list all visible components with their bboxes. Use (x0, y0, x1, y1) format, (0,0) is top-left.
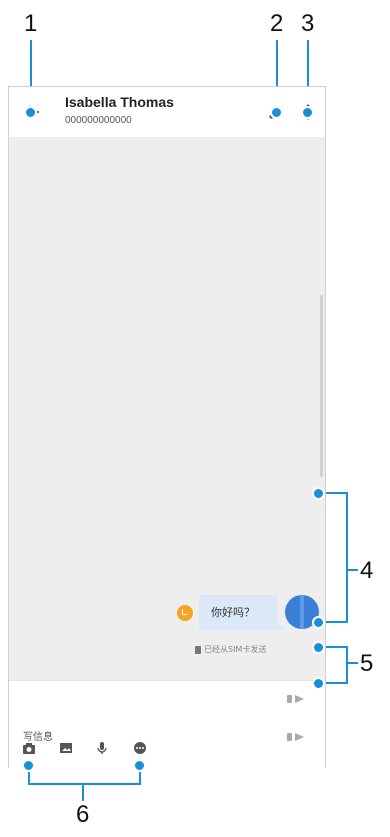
microphone-icon[interactable] (95, 741, 109, 755)
callout-dot-5a (312, 641, 325, 654)
contact-name: Isabella Thomas (65, 94, 174, 110)
phone-screen: Isabella Thomas 000000000000 你好吗？ 已经从SIM… (8, 86, 326, 768)
callout-line-5-out (346, 662, 358, 664)
callout-5: 5 (360, 650, 374, 677)
sim-status-text: 已经从SIM卡发送 (204, 645, 267, 654)
callout-line-6-down (82, 783, 84, 801)
callout-dot-5b (312, 677, 325, 690)
callout-line-6-horiz (28, 783, 141, 785)
camera-icon[interactable] (22, 741, 36, 755)
callout-dot-4b (312, 616, 325, 629)
callout-dot-6a (22, 759, 35, 772)
message-bubble[interactable]: 你好吗？ (199, 595, 285, 630)
callout-3: 3 (301, 10, 315, 37)
composer: 写信息 (9, 680, 325, 768)
send-icon[interactable] (287, 731, 305, 743)
callout-line-5-vert (346, 646, 348, 684)
callout-4: 4 (360, 557, 374, 584)
callout-dot-3 (301, 106, 314, 119)
sim-card-icon (195, 645, 201, 654)
callout-dot-1 (24, 106, 37, 119)
callout-2: 2 (270, 10, 284, 37)
pending-clock-icon (177, 605, 193, 621)
callout-dot-6b (133, 759, 146, 772)
contact-number: 000000000000 (65, 115, 132, 126)
more-options-icon[interactable] (133, 741, 147, 755)
callout-line-4-out (346, 569, 358, 571)
sim-status: 已经从SIM卡发送 (195, 644, 266, 655)
message-thread[interactable] (9, 137, 325, 680)
callout-6: 6 (76, 801, 90, 828)
image-icon[interactable] (59, 741, 73, 755)
callout-1: 1 (24, 10, 38, 37)
send-icon[interactable] (287, 693, 305, 705)
callout-dot-4a (312, 487, 325, 500)
callout-line-4-vert (346, 492, 348, 623)
callout-dot-2 (270, 106, 283, 119)
scrollbar[interactable] (320, 295, 323, 477)
